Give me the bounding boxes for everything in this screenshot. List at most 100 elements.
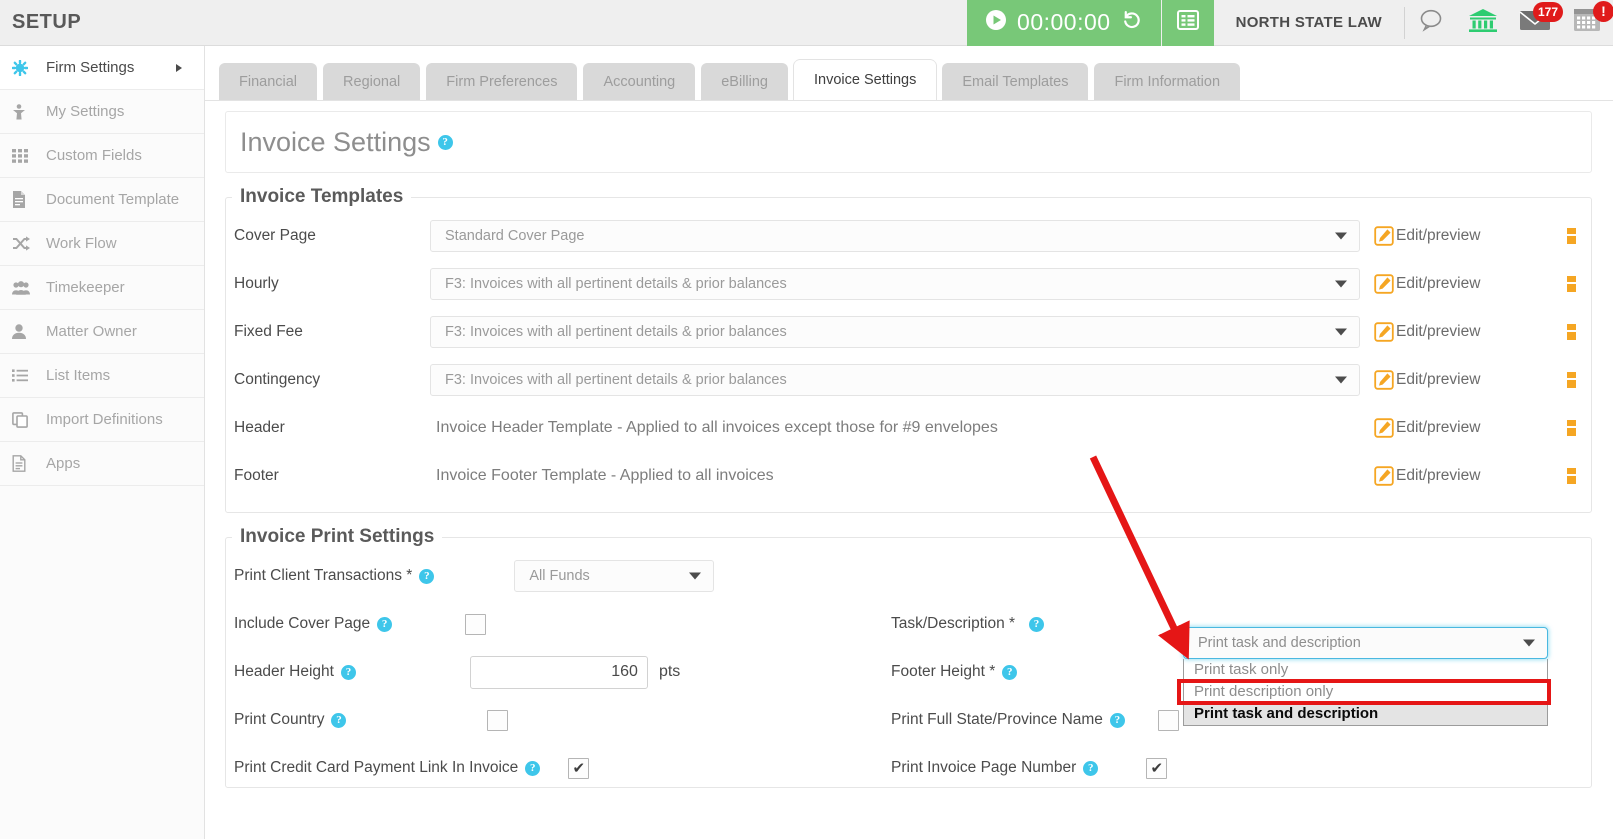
task-description-select[interactable]: Print task and description Print task on… <box>1183 627 1548 726</box>
timer-widget[interactable]: 00:00:00 <box>967 0 1161 46</box>
sidebar-item-matter-owner[interactable]: Matter Owner <box>0 310 204 354</box>
bank-icon <box>1468 7 1498 38</box>
print-full-state-checkbox[interactable] <box>1157 709 1179 731</box>
sidebar-item-apps[interactable]: Apps <box>0 442 204 486</box>
tab-regional[interactable]: Regional <box>323 63 421 100</box>
edit-preview-label: Edit/preview <box>1396 323 1481 340</box>
include-cover-page-checkbox[interactable] <box>465 613 487 635</box>
tab-ebilling[interactable]: eBilling <box>701 63 788 100</box>
sidebar: Firm Settings My Settings Custom Fields <box>0 46 205 839</box>
file-icon <box>12 455 40 472</box>
select-value: F3: Invoices with all pertinent details … <box>445 324 787 340</box>
header-height-units: pts <box>658 663 681 680</box>
task-description-select-display[interactable]: Print task and description <box>1183 627 1548 659</box>
option-print-description-only[interactable]: Print description only <box>1184 681 1547 703</box>
clipboard-copy-icon[interactable] <box>1567 418 1581 438</box>
sidebar-item-document-template[interactable]: Document Template <box>0 178 204 222</box>
tab-accounting[interactable]: Accounting <box>583 63 696 100</box>
edit-preview-label: Edit/preview <box>1396 419 1481 436</box>
sidebar-item-import-definitions[interactable]: Import Definitions <box>0 398 204 442</box>
page-title: Invoice Settings <box>240 126 431 157</box>
copy-icon <box>12 411 40 428</box>
sidebar-item-custom-fields[interactable]: Custom Fields <box>0 134 204 178</box>
select-value: All Funds <box>529 568 590 584</box>
timer-entries-button[interactable] <box>1161 0 1214 46</box>
tab-email-templates[interactable]: Email Templates <box>942 63 1089 100</box>
edit-preview-link-header[interactable]: Edit/preview <box>1374 418 1480 438</box>
edit-preview-link-fixed-fee[interactable]: Edit/preview <box>1374 322 1480 342</box>
print-client-transactions-select[interactable]: All Funds <box>514 560 715 592</box>
help-icon[interactable]: ? <box>437 134 453 150</box>
pencil-edit-icon <box>1374 418 1394 438</box>
row-label: Task/Description * <box>891 615 1016 632</box>
print-invoice-page-number-checkbox[interactable]: ✔ <box>1146 757 1168 779</box>
contingency-select[interactable]: F3: Invoices with all pertinent details … <box>430 364 1360 396</box>
invoice-templates-legend: Invoice Templates <box>240 186 404 207</box>
tab-firm-preferences[interactable]: Firm Preferences <box>426 63 578 100</box>
tab-firm-information[interactable]: Firm Information <box>1094 63 1241 100</box>
template-row-cover-page: Cover Page Standard Cover Page Edit/prev… <box>226 212 1591 260</box>
list-icon <box>12 369 40 382</box>
header-height-input[interactable]: 160 <box>469 655 648 689</box>
pencil-edit-icon <box>1374 226 1394 246</box>
print-client-transactions-row: Print Client Transactions * ? All Funds <box>234 552 884 600</box>
mail-button[interactable]: 177 <box>1509 0 1563 46</box>
hourly-select[interactable]: F3: Invoices with all pertinent details … <box>430 268 1360 300</box>
help-icon[interactable]: ? <box>377 616 393 632</box>
edit-preview-link-contingency[interactable]: Edit/preview <box>1374 370 1480 390</box>
clipboard-copy-icon[interactable] <box>1567 466 1581 486</box>
edit-preview-link-hourly[interactable]: Edit/preview <box>1374 274 1480 294</box>
sidebar-item-timekeeper[interactable]: Timekeeper <box>0 266 204 310</box>
timer-value: 00:00:00 <box>1017 9 1111 35</box>
clipboard-copy-icon[interactable] <box>1567 322 1581 342</box>
edit-preview-label: Edit/preview <box>1396 467 1481 484</box>
person-settings-icon <box>12 103 40 120</box>
help-icon[interactable]: ? <box>1002 664 1018 680</box>
help-icon[interactable]: ? <box>419 568 435 584</box>
print-country-row: Print Country ? <box>234 696 884 744</box>
clipboard-copy-icon[interactable] <box>1567 274 1581 294</box>
chevron-down-icon <box>1335 280 1347 288</box>
pencil-edit-icon <box>1374 274 1394 294</box>
users-icon <box>12 280 40 295</box>
select-value: Standard Cover Page <box>445 228 585 244</box>
help-icon[interactable]: ? <box>1029 616 1045 632</box>
firm-name: NORTH STATE LAW <box>1235 14 1382 31</box>
calendar-button[interactable]: ! <box>1561 0 1613 46</box>
sidebar-item-firm-settings[interactable]: Firm Settings <box>0 46 204 90</box>
edit-preview-link-cover-page[interactable]: Edit/preview <box>1374 226 1480 246</box>
calendar-alert-badge: ! <box>1593 0 1613 22</box>
sidebar-item-label: Document Template <box>46 191 180 208</box>
tab-financial[interactable]: Financial <box>219 63 318 100</box>
header-height-value: 160 <box>611 663 638 680</box>
page-title-panel: Invoice Settings ? <box>225 111 1592 173</box>
help-icon[interactable]: ? <box>1109 712 1125 728</box>
trust-account-button[interactable] <box>1457 0 1509 46</box>
sidebar-item-my-settings[interactable]: My Settings <box>0 90 204 134</box>
help-icon[interactable]: ? <box>1083 760 1099 776</box>
chat-button[interactable] <box>1405 0 1457 46</box>
help-icon[interactable]: ? <box>340 664 356 680</box>
clipboard-copy-icon[interactable] <box>1567 370 1581 390</box>
chevron-down-icon <box>1335 376 1347 384</box>
include-cover-page-row: Include Cover Page ? <box>234 600 884 648</box>
footer-template-value: Invoice Footer Template - Applied to all… <box>436 467 774 484</box>
row-label: Print Country <box>234 711 325 728</box>
print-credit-card-link-checkbox[interactable]: ✔ <box>568 757 590 779</box>
sidebar-item-work-flow[interactable]: Work Flow <box>0 222 204 266</box>
edit-preview-link-footer[interactable]: Edit/preview <box>1374 466 1480 486</box>
option-print-task-and-description[interactable]: Print task and description <box>1184 703 1547 725</box>
help-icon[interactable]: ? <box>525 760 541 776</box>
play-circle-icon[interactable] <box>985 9 1007 36</box>
help-icon[interactable]: ? <box>331 712 347 728</box>
reset-icon[interactable] <box>1121 9 1143 36</box>
fixed-fee-select[interactable]: F3: Invoices with all pertinent details … <box>430 316 1360 348</box>
edit-preview-label: Edit/preview <box>1396 275 1481 292</box>
option-print-task-only[interactable]: Print task only <box>1184 659 1547 681</box>
row-label: Fixed Fee <box>234 323 303 340</box>
sidebar-item-list-items[interactable]: List Items <box>0 354 204 398</box>
clipboard-copy-icon[interactable] <box>1567 226 1581 246</box>
print-country-checkbox[interactable] <box>487 709 509 731</box>
tab-invoice-settings[interactable]: Invoice Settings <box>793 60 937 100</box>
cover-page-select[interactable]: Standard Cover Page <box>430 220 1360 252</box>
